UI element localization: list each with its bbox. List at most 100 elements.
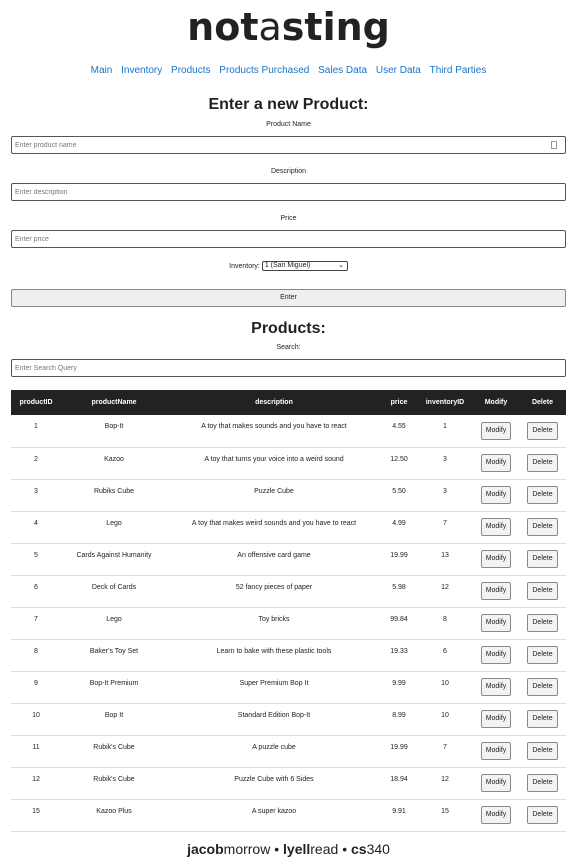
delete-button[interactable]: Delete <box>527 646 558 664</box>
modify-cell: Modify <box>473 799 519 832</box>
product-price-cell: 4.99 <box>381 511 417 544</box>
enter-button[interactable]: Enter <box>11 289 566 307</box>
autofill-icon[interactable] <box>551 141 557 149</box>
delete-cell: Delete <box>519 543 566 576</box>
modify-button[interactable]: Modify <box>480 486 512 504</box>
modify-button[interactable]: Modify <box>480 646 512 664</box>
product-price-cell: 99.84 <box>381 607 417 640</box>
modify-button[interactable]: Modify <box>480 582 512 600</box>
modify-button[interactable]: Modify <box>480 454 512 472</box>
table-row: 11 Rubik's Cube A puzzle cube 19.99 7 Modify D… <box>11 735 566 768</box>
product-price-cell: 8.99 <box>381 703 417 736</box>
inventory-label: Inventory: <box>229 262 260 270</box>
delete-button[interactable]: Delete <box>527 614 558 632</box>
col-header-productid[interactable]: productID <box>11 390 61 415</box>
inventory-id-cell: 8 <box>417 607 473 640</box>
product-name-cell: Bop-It Premium <box>61 671 167 704</box>
products-heading: Products: <box>251 320 326 337</box>
modify-cell: Modify <box>473 543 519 576</box>
product-description-cell: Learn to bake with these plastic tools <box>167 639 381 672</box>
modify-button[interactable]: Modify <box>480 742 512 760</box>
product-price-cell: 4.55 <box>381 415 417 448</box>
delete-button[interactable]: Delete <box>527 518 558 536</box>
product-id-cell: 1 <box>11 415 61 448</box>
table-row: 15 Kazoo Plus A super kazoo 9.91 15 Modify Del… <box>11 799 566 832</box>
modify-button[interactable]: Modify <box>480 518 512 536</box>
nav-link-third-parties[interactable]: Third Parties <box>430 65 487 76</box>
product-price-cell: 19.99 <box>381 735 417 768</box>
modify-button[interactable]: Modify <box>480 421 512 440</box>
inventory-id-cell: 3 <box>417 447 473 480</box>
modify-button[interactable]: Modify <box>480 614 512 632</box>
price-label: Price <box>280 215 297 222</box>
inventory-row: Inventory: 1 (San Miguel) ⌄ <box>0 261 577 271</box>
modify-cell: Modify <box>473 607 519 640</box>
product-description-cell: Super Premium Bop It <box>167 671 381 704</box>
delete-button[interactable]: Delete <box>527 486 558 504</box>
product-price-cell: 12.50 <box>381 447 417 480</box>
delete-button[interactable]: Delete <box>527 806 558 824</box>
product-description-cell: A toy that makes sounds and you have to … <box>167 415 381 448</box>
delete-button[interactable]: Delete <box>527 774 558 792</box>
delete-button[interactable]: Delete <box>527 550 558 568</box>
description-label: Description <box>270 168 306 175</box>
modify-cell: Modify <box>473 511 519 544</box>
description-input[interactable] <box>11 183 566 201</box>
inventory-id-cell: 12 <box>417 767 473 800</box>
delete-cell: Delete <box>519 447 566 480</box>
modify-button[interactable]: Modify <box>480 710 512 728</box>
delete-button[interactable]: Delete <box>527 421 558 440</box>
col-header-productname[interactable]: productName <box>61 390 167 415</box>
col-header-price[interactable]: price <box>381 390 417 415</box>
chevron-down-icon: ⌄ <box>337 262 344 269</box>
product-description-cell: A toy that makes weird sounds and you ha… <box>167 511 381 544</box>
nav-link-user-data[interactable]: User Data <box>376 65 421 76</box>
modify-button[interactable]: Modify <box>480 550 512 568</box>
modify-cell: Modify <box>473 671 519 704</box>
col-header-modify: Modify <box>473 390 519 415</box>
product-name-cell: Lego <box>61 511 167 544</box>
delete-button[interactable]: Delete <box>527 710 558 728</box>
delete-button[interactable]: Delete <box>527 582 558 600</box>
inventory-id-cell: 3 <box>417 479 473 512</box>
table-row: 4 Lego A toy that makes weird sounds and y… <box>11 511 566 544</box>
table-row: 8 Baker's Toy Set Learn to bake with these… <box>11 639 566 672</box>
product-price-cell: 9.91 <box>381 799 417 832</box>
inventory-select[interactable]: 1 (San Miguel) ⌄ <box>261 261 348 271</box>
inventory-id-cell: 15 <box>417 799 473 832</box>
product-name-input[interactable] <box>11 136 566 154</box>
inventory-id-cell: 7 <box>417 735 473 768</box>
delete-cell: Delete <box>519 415 566 448</box>
product-price-cell: 19.99 <box>381 543 417 576</box>
search-input[interactable] <box>11 359 566 377</box>
inventory-id-cell: 7 <box>417 511 473 544</box>
product-name-cell: Rubik's Cube <box>61 735 167 768</box>
col-header-description[interactable]: description <box>167 390 381 415</box>
delete-button[interactable]: Delete <box>527 742 558 760</box>
inventory-id-cell: 10 <box>417 703 473 736</box>
modify-button[interactable]: Modify <box>480 678 512 696</box>
nav-link-main[interactable]: Main <box>91 65 113 76</box>
nav-link-inventory[interactable]: Inventory <box>121 65 162 76</box>
col-header-inventoryid[interactable]: inventoryID <box>417 390 473 415</box>
delete-button[interactable]: Delete <box>527 678 558 696</box>
price-input[interactable] <box>11 230 566 248</box>
delete-cell: Delete <box>519 799 566 832</box>
delete-cell: Delete <box>519 511 566 544</box>
nav-link-products[interactable]: Products <box>171 65 210 76</box>
modify-button[interactable]: Modify <box>480 806 512 824</box>
nav-link-products-purchased[interactable]: Products Purchased <box>219 65 309 76</box>
nav-link-sales-data[interactable]: Sales Data <box>318 65 367 76</box>
delete-cell: Delete <box>519 735 566 768</box>
table-row: 12 Rubik's Cube Puzzle Cube with 6 Sides 18… <box>11 767 566 800</box>
table-row: 9 Bop-It Premium Super Premium Bop It 9.99 1… <box>11 671 566 704</box>
product-name-cell: Bop It <box>61 703 167 736</box>
delete-button[interactable]: Delete <box>527 454 558 472</box>
product-id-cell: 11 <box>11 735 61 768</box>
modify-cell: Modify <box>473 703 519 736</box>
table-row: 3 Rubiks Cube Puzzle Cube 5.50 3 Modify Delete <box>11 479 566 512</box>
modify-button[interactable]: Modify <box>480 774 512 792</box>
table-row: 7 Lego Toy bricks 99.84 8 Modify Delete <box>11 607 566 640</box>
delete-cell: Delete <box>519 479 566 512</box>
product-id-cell: 6 <box>11 575 61 608</box>
